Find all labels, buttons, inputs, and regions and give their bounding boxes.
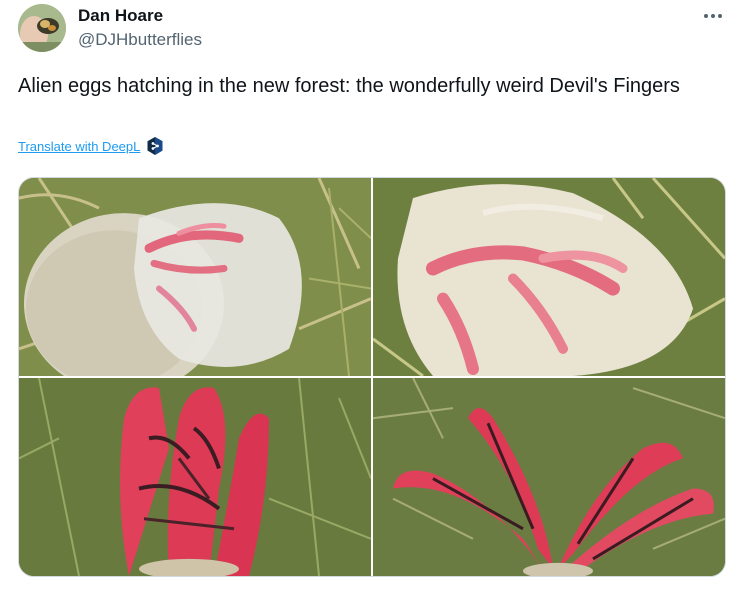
media-grid	[18, 177, 726, 577]
media-photo-3[interactable]	[19, 378, 371, 576]
egg-photo-image	[19, 178, 371, 376]
tweet-text: Alien eggs hatching in the new forest: t…	[18, 75, 680, 97]
translucent-egg-photo-image	[373, 178, 725, 376]
more-options-button[interactable]	[700, 6, 726, 26]
fingers-closed-photo-image	[19, 378, 371, 576]
translate-row: Translate with DeepL	[18, 137, 163, 155]
deepl-icon	[147, 137, 163, 155]
butterfly-avatar-icon	[18, 4, 66, 52]
translate-link[interactable]: Translate with DeepL	[18, 139, 140, 154]
more-dot	[711, 14, 715, 18]
author-display-name[interactable]: Dan Hoare	[78, 6, 163, 26]
more-dot	[718, 14, 722, 18]
media-photo-2[interactable]	[373, 178, 725, 376]
author-handle[interactable]: @DJHbutterflies	[78, 30, 202, 50]
media-photo-4[interactable]	[373, 378, 725, 576]
media-photo-1[interactable]	[19, 178, 371, 376]
author-avatar[interactable]	[18, 4, 66, 52]
fingers-spread-photo-image	[373, 378, 725, 576]
more-horizontal-icon	[704, 14, 708, 18]
